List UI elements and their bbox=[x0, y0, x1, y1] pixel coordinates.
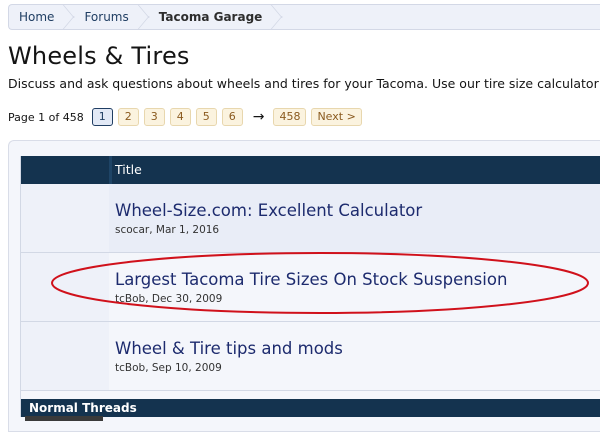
thread-row: Wheel-Size.com: Excellent Calculator sco… bbox=[21, 184, 600, 253]
page-link-3[interactable]: 3 bbox=[143, 108, 165, 126]
page-link-4[interactable]: 4 bbox=[169, 108, 191, 126]
thread-row: Largest Tacoma Tire Sizes On Stock Suspe… bbox=[21, 253, 600, 322]
thread-author-link[interactable]: tcBob bbox=[115, 293, 145, 305]
thread-date: Sep 10, 2009 bbox=[151, 362, 222, 374]
page-title: Wheels & Tires bbox=[8, 42, 190, 70]
breadcrumb-label: Home bbox=[19, 10, 55, 24]
thread-icon-cell bbox=[21, 253, 109, 321]
page-link-last[interactable]: 458 bbox=[273, 108, 307, 126]
forum-description: Discuss and ask questions about wheels a… bbox=[8, 76, 599, 91]
page-link-1[interactable]: 1 bbox=[91, 108, 113, 126]
thread-meta: tcBob, Sep 10, 2009 bbox=[115, 362, 222, 374]
header-divider bbox=[109, 156, 112, 184]
meta-separator: , bbox=[145, 362, 152, 374]
thread-list-header: Title bbox=[21, 156, 600, 184]
thread-icon-cell bbox=[21, 184, 109, 252]
thread-meta: tcBob, Dec 30, 2009 bbox=[115, 293, 222, 305]
avatar bbox=[25, 416, 103, 421]
breadcrumb-separator bbox=[62, 5, 74, 29]
page-link-6[interactable]: 6 bbox=[221, 108, 243, 126]
thread-author-link[interactable]: tcBob bbox=[115, 362, 145, 374]
breadcrumb-separator bbox=[270, 5, 282, 29]
pagination: Page 1 of 458 1 2 3 4 5 6 → 458 Next > bbox=[8, 108, 367, 126]
normal-threads-header: Normal Threads bbox=[21, 399, 600, 417]
breadcrumb: Home Forums Tacoma Garage bbox=[8, 4, 600, 30]
meta-separator: , bbox=[149, 224, 156, 236]
breadcrumb-home[interactable]: Home bbox=[9, 5, 74, 29]
page-link-5[interactable]: 5 bbox=[195, 108, 217, 126]
page-link-2[interactable]: 2 bbox=[117, 108, 139, 126]
thread-title-link[interactable]: Wheel & Tire tips and mods bbox=[115, 339, 343, 358]
thread-meta: scocar, Mar 1, 2016 bbox=[115, 224, 219, 236]
breadcrumb-separator bbox=[137, 5, 149, 29]
thread-title-link[interactable]: Wheel-Size.com: Excellent Calculator bbox=[115, 201, 422, 220]
breadcrumb-label: Forums bbox=[84, 10, 129, 24]
thread-list: Title Wheel-Size.com: Excellent Calculat… bbox=[20, 156, 600, 417]
thread-author-link[interactable]: scocar bbox=[115, 224, 149, 236]
thread-date: Mar 1, 2016 bbox=[155, 224, 220, 236]
column-title-header[interactable]: Title bbox=[115, 156, 142, 184]
thread-row: Wheel & Tire tips and mods tcBob, Sep 10… bbox=[21, 322, 600, 391]
breadcrumb-label: Tacoma Garage bbox=[158, 10, 263, 24]
next-page-button[interactable]: Next > bbox=[311, 108, 362, 126]
breadcrumb-tacoma-garage[interactable]: Tacoma Garage bbox=[149, 5, 283, 29]
page-count-label: Page 1 of 458 bbox=[8, 110, 84, 124]
skip-arrow-icon: → bbox=[252, 109, 265, 125]
thread-date: Dec 30, 2009 bbox=[151, 293, 223, 305]
breadcrumb-forums[interactable]: Forums bbox=[74, 5, 148, 29]
thread-icon-cell bbox=[21, 322, 109, 390]
thread-title-link[interactable]: Largest Tacoma Tire Sizes On Stock Suspe… bbox=[115, 270, 507, 289]
meta-separator: , bbox=[145, 293, 152, 305]
